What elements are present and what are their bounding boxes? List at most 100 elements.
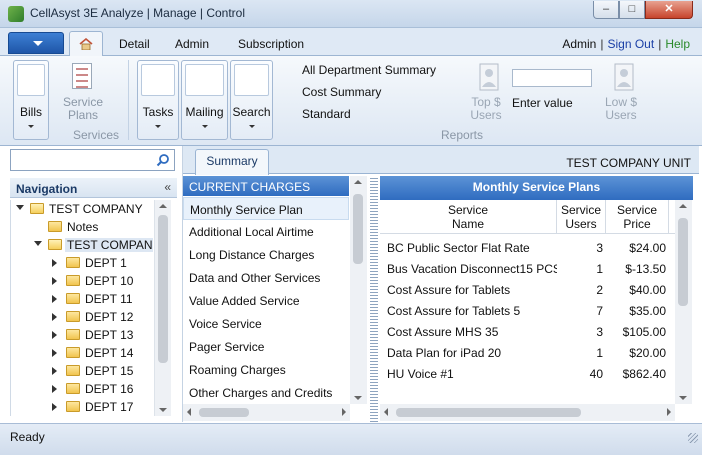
scroll-down-icon[interactable] [159, 408, 167, 412]
expand-icon[interactable] [52, 403, 57, 411]
column-header-service-name[interactable]: Service Name [380, 200, 557, 234]
chevron-down-icon [248, 125, 255, 128]
table-row[interactable]: Cost Assure for Tablets 2 $40.00 [380, 279, 675, 300]
monthly-service-plans-panel: Monthly Service Plans Service Name Servic… [380, 176, 693, 422]
charges-horizontal-scrollbar[interactable] [183, 404, 350, 421]
maximize-button[interactable]: □ [619, 1, 645, 19]
service-users-cell: 7 [596, 304, 603, 318]
service-users-cell: 3 [596, 241, 603, 255]
charge-item[interactable]: Other Charges and Credits [183, 381, 349, 404]
tab-home[interactable] [69, 31, 103, 57]
tree-node-label: DEPT 15 [85, 364, 134, 378]
tab-subscription[interactable]: Subscription [238, 37, 304, 51]
scroll-thumb[interactable] [199, 408, 249, 417]
table-row[interactable]: Cost Assure MHS 35 3 $105.00 [380, 321, 675, 342]
scroll-thumb[interactable] [353, 194, 363, 264]
chevron-down-icon [28, 125, 34, 128]
tasks-button[interactable]: Tasks [137, 60, 179, 140]
scroll-thumb[interactable] [678, 218, 688, 306]
table-row[interactable]: HU Voice #1 40 $862.40 [380, 363, 675, 384]
folder-icon [66, 401, 80, 412]
top-users-button[interactable]: Top $ Users [466, 60, 506, 122]
folder-icon [66, 347, 80, 358]
service-name-cell: Cost Assure for Tablets 5 [387, 304, 521, 318]
scroll-thumb[interactable] [158, 215, 168, 363]
mailing-button[interactable]: Mailing [181, 60, 228, 140]
column-header-service-users[interactable]: Service Users [557, 200, 606, 234]
charge-item[interactable]: Long Distance Charges [183, 243, 349, 266]
expand-icon[interactable] [52, 259, 57, 267]
scroll-down-icon[interactable] [354, 396, 362, 400]
admin-link[interactable]: Admin [562, 37, 596, 51]
charges-vertical-scrollbar[interactable] [350, 176, 367, 404]
charge-item[interactable]: Value Added Service [183, 289, 349, 312]
expand-icon[interactable] [52, 385, 57, 393]
expand-icon[interactable] [34, 241, 42, 246]
charge-item[interactable]: Additional Local Airtime [183, 220, 349, 243]
scroll-up-icon[interactable] [679, 204, 687, 208]
expand-icon[interactable] [16, 205, 24, 210]
company-unit-label: TEST COMPANY UNIT [566, 156, 691, 170]
report-all-department-summary[interactable]: All Department Summary [302, 63, 436, 77]
bills-label: Bills [19, 105, 42, 119]
scroll-up-icon[interactable] [159, 204, 167, 208]
service-name-cell: Data Plan for iPad 20 [387, 346, 502, 360]
charge-item[interactable]: Monthly Service Plan [183, 197, 349, 220]
table-row[interactable]: BC Public Sector Flat Rate 3 $24.00 [380, 237, 675, 258]
service-plans-button[interactable]: Service Plans [60, 60, 106, 122]
sign-out-link[interactable]: Sign Out [607, 37, 654, 51]
expand-icon[interactable] [52, 349, 57, 357]
charge-item[interactable]: Voice Service [183, 312, 349, 335]
tree-scrollbar[interactable] [154, 200, 171, 416]
report-standard[interactable]: Standard [302, 107, 351, 121]
service-name-cell: Cost Assure for Tablets [387, 283, 511, 297]
value-input[interactable] [512, 69, 592, 87]
search-input[interactable] [13, 152, 153, 168]
current-charges-panel: CURRENT CHARGES Monthly Service Plan Addi… [183, 176, 368, 422]
expand-icon[interactable] [52, 367, 57, 375]
panel-splitter[interactable] [370, 176, 378, 422]
scroll-right-icon[interactable] [667, 408, 671, 416]
expand-icon[interactable] [52, 331, 57, 339]
table-row[interactable]: Cost Assure for Tablets 5 7 $35.00 [380, 300, 675, 321]
resize-grip-icon[interactable] [688, 433, 698, 443]
charge-item[interactable]: Roaming Charges [183, 358, 349, 381]
plans-horizontal-scrollbar[interactable] [380, 404, 675, 421]
tab-admin[interactable]: Admin [175, 37, 209, 51]
column-header-service-price[interactable]: Service Price [606, 200, 669, 234]
charge-item[interactable]: Pager Service [183, 335, 349, 358]
expand-icon[interactable] [52, 295, 57, 303]
search-button[interactable]: Search [230, 60, 273, 140]
column-header-line: Service [616, 203, 657, 217]
app-menu-button[interactable] [8, 32, 64, 54]
window-title: CellAsyst 3E Analyze | Manage | Control [30, 6, 246, 20]
help-link[interactable]: Help [665, 37, 690, 51]
tab-summary[interactable]: Summary [195, 149, 269, 175]
low-users-button[interactable]: Low $ Users [601, 60, 641, 122]
scroll-down-icon[interactable] [679, 396, 687, 400]
plans-vertical-scrollbar[interactable] [675, 200, 692, 404]
tree-node-label: Notes [67, 220, 99, 234]
expand-icon[interactable] [52, 313, 57, 321]
app-icon [8, 6, 24, 22]
report-cost-summary[interactable]: Cost Summary [302, 85, 381, 99]
scroll-right-icon[interactable] [342, 408, 346, 416]
tab-detail[interactable]: Detail [119, 37, 150, 51]
tree-node-label: DEPT 12 [85, 310, 134, 324]
table-row[interactable]: Data Plan for iPad 20 1 $20.00 [380, 342, 675, 363]
minimize-button[interactable]: – [593, 1, 619, 19]
table-row[interactable]: Bus Vacation Disconnect15 PCS 1 $-13.50 [380, 258, 675, 279]
scroll-left-icon[interactable] [384, 408, 388, 416]
scroll-thumb[interactable] [396, 408, 581, 417]
charge-item[interactable]: Data and Other Services [183, 266, 349, 289]
expand-icon[interactable] [52, 277, 57, 285]
collapse-icon[interactable]: « [164, 180, 171, 194]
scroll-up-icon[interactable] [354, 180, 362, 184]
close-button[interactable]: ✕ [645, 1, 693, 19]
bills-button[interactable]: Bills [13, 60, 49, 140]
scroll-left-icon[interactable] [187, 408, 191, 416]
plans-column-headers: Service Name Service Users Service Price [380, 200, 675, 234]
search-icon[interactable] [156, 153, 170, 167]
tree-node-label: DEPT 17 [85, 400, 134, 414]
link-separator: | [600, 37, 604, 51]
